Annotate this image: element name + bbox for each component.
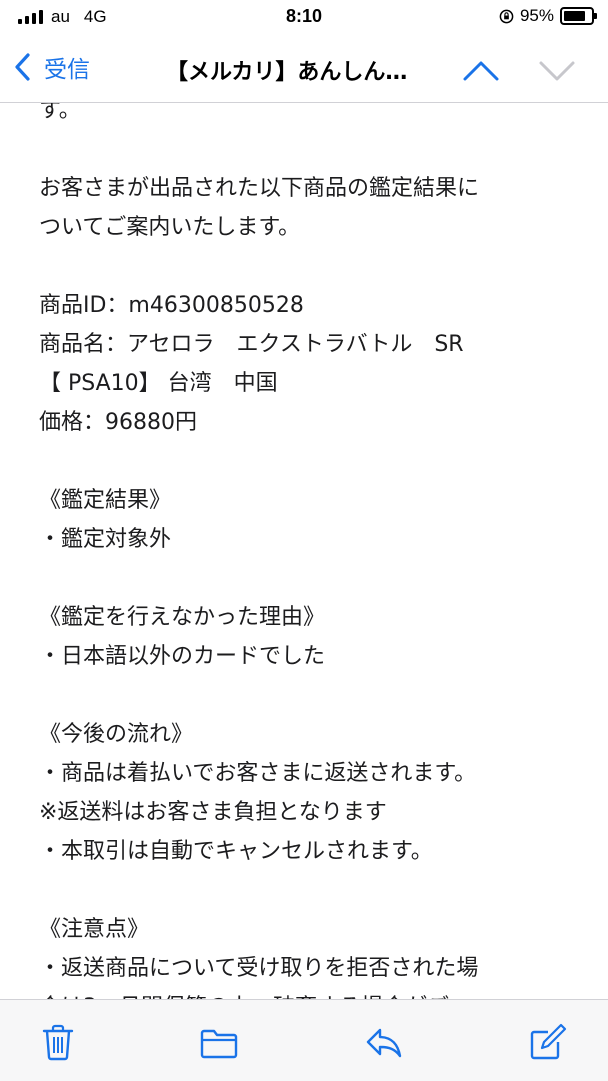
mail-line: 《注意点》: [39, 917, 150, 942]
mail-line: 《今後の流れ》: [39, 722, 194, 747]
rotation-lock-icon: [499, 9, 514, 23]
mail-line: ※返送料はお客さま負担となります: [39, 800, 387, 825]
trash-icon[interactable]: [38, 1022, 78, 1062]
mail-line: 《鑑定を行えなかった理由》: [39, 605, 326, 630]
mail-line: ・鑑定対象外: [39, 527, 172, 552]
bottom-toolbar: [0, 999, 608, 1081]
mail-line: [39, 130, 594, 169]
mail-line: 価格：96880円: [39, 410, 197, 435]
back-label: 受信: [44, 57, 90, 83]
mail-line: 【 PSA10】 台湾 中国: [39, 371, 278, 396]
nav-bar: 受信 【メルカリ】あんしん…: [0, 36, 608, 103]
mail-line: [39, 247, 594, 286]
battery-fill: [564, 11, 585, 21]
chevron-up-icon[interactable]: [461, 52, 501, 86]
mail-line: 合は3ヶ月間保管の上、破棄する場合がご: [39, 988, 594, 999]
chevron-down-icon[interactable]: [537, 52, 577, 86]
mail-line: [39, 871, 594, 910]
mail-line: [39, 676, 594, 715]
mail-line: ・商品は着払いでお客さまに返送されます。: [39, 761, 477, 786]
mail-line: 商品ID：m46300850528: [39, 293, 304, 318]
mail-line: お客さまが出品された以下商品の鑑定結果に: [39, 176, 480, 201]
status-right: 95%: [499, 6, 597, 26]
status-bar: au 4G 8:10 95%: [0, 0, 608, 36]
mail-line: ・本取引は自動でキャンセルされます。: [39, 839, 433, 864]
mail-body: す。 お客さまが出品された以下商品の鑑定結果に ついてご案内いたします。 商品I…: [39, 103, 594, 999]
mail-line: [39, 559, 594, 598]
message-subject-title: 【メルカリ】あんしん…: [166, 60, 408, 85]
mail-line: [39, 442, 594, 481]
mail-line: す。: [39, 103, 81, 123]
mail-line: ・日本語以外のカードでした: [39, 644, 326, 669]
battery-icon: [560, 7, 597, 25]
mail-content[interactable]: す。 お客さまが出品された以下商品の鑑定結果に ついてご案内いたします。 商品I…: [0, 103, 608, 999]
mail-line: 《鑑定結果》: [39, 488, 172, 513]
back-button[interactable]: 受信: [12, 50, 90, 84]
mail-line: 商品名：アセロラ エクストラバトル SR: [39, 332, 464, 357]
reply-icon[interactable]: [364, 1022, 404, 1062]
compose-icon[interactable]: [528, 1022, 568, 1062]
chevron-left-icon: [15, 53, 30, 81]
folder-icon[interactable]: [199, 1022, 239, 1062]
mail-line: ・返送商品について受け取りを拒否された場: [39, 956, 479, 981]
battery-percent: 95%: [519, 6, 554, 25]
mail-line: ついてご案内いたします。: [39, 215, 301, 240]
